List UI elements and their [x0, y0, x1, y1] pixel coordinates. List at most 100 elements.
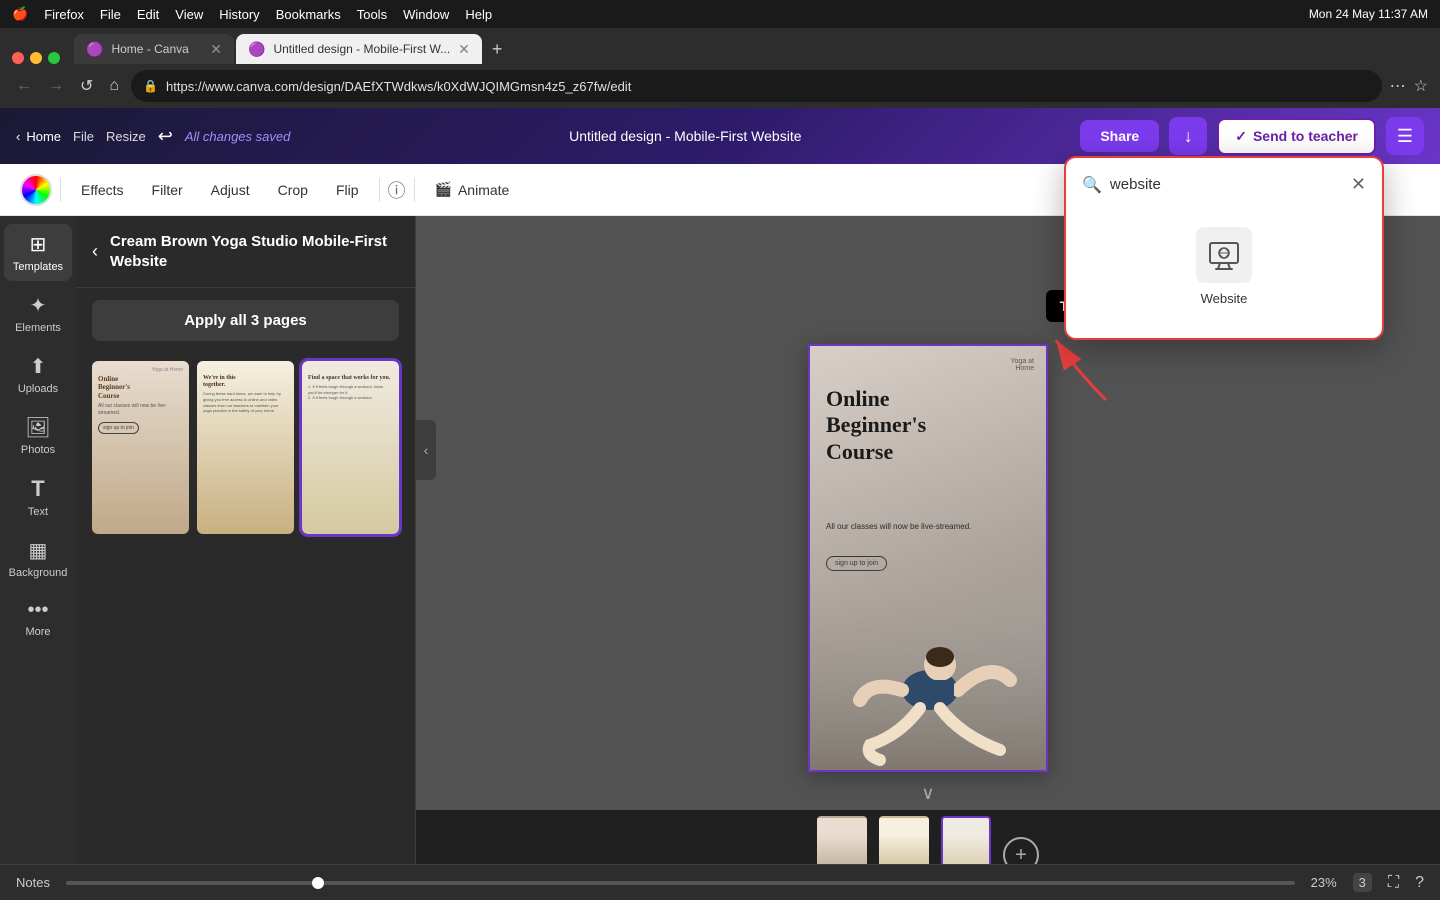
panel-header: ‹ Cream Brown Yoga Studio Mobile-First W… [76, 216, 415, 288]
flip-button[interactable]: Flip [324, 176, 371, 204]
browser-tabs: 🟣 Home - Canva ✕ 🟣 Untitled design - Mob… [0, 28, 1440, 64]
filter-button[interactable]: Filter [140, 176, 195, 204]
forward-button[interactable]: → [44, 73, 68, 99]
saved-status: All changes saved [185, 129, 291, 144]
browser-toolbar: ← → ↺ ⌂ 🔒 https://www.canva.com/design/D… [0, 64, 1440, 108]
uploads-icon: ⬆ [30, 354, 47, 379]
browser-tab-home[interactable]: 🟣 Home - Canva ✕ [74, 34, 234, 64]
home-label: Home [26, 129, 61, 144]
file-menu[interactable]: File [100, 7, 121, 22]
search-input[interactable] [1110, 176, 1343, 193]
chevron-down-icon[interactable]: ∨ [921, 783, 934, 804]
brand-line1: Yoga at [1011, 358, 1035, 365]
adjust-button[interactable]: Adjust [199, 176, 262, 204]
website-result-icon [1196, 227, 1252, 283]
tab-design-label: Untitled design - Mobile-First W... [273, 42, 450, 56]
search-result-website[interactable]: Website [1082, 211, 1366, 322]
new-tab-button[interactable]: + [484, 35, 511, 64]
animate-icon: 🎬 [435, 181, 452, 198]
time-display: Mon 24 May 11:37 AM [1309, 7, 1428, 21]
file-nav-button[interactable]: File [73, 129, 94, 144]
yoga-person-svg [810, 550, 1046, 770]
home-nav-button[interactable]: ⌂ [105, 73, 123, 99]
effects-button[interactable]: Effects [69, 176, 136, 204]
template-thumb-2[interactable]: We're in thistogether. During these hard… [197, 361, 294, 534]
page-count: 3 [1353, 873, 1372, 892]
tab-close-home[interactable]: ✕ [210, 41, 222, 58]
tab-close-design[interactable]: ✕ [458, 41, 470, 58]
help-button[interactable]: ? [1415, 874, 1424, 892]
collapse-handle[interactable]: ‹ [416, 420, 436, 480]
sidebar-item-templates[interactable]: ⊞ Templates [4, 224, 72, 281]
apple-icon[interactable]: 🍎 [12, 6, 28, 22]
tools-menu[interactable]: Tools [357, 7, 387, 22]
info-button[interactable]: ⓘ [388, 177, 406, 203]
sidebar-item-uploads[interactable]: ⬆ Uploads [4, 346, 72, 403]
search-header: 🔍 ✕ [1082, 174, 1366, 195]
url-display: https://www.canva.com/design/DAEfXTWdkws… [166, 79, 1370, 94]
sidebar-item-photos[interactable]: 🖼 Photos [4, 407, 72, 464]
browser-tab-design[interactable]: 🟣 Untitled design - Mobile-First W... ✕ [236, 34, 482, 64]
resize-button[interactable]: Resize [106, 129, 146, 144]
animate-label: Animate [458, 182, 509, 198]
back-button[interactable]: ← [12, 73, 36, 99]
browser-toolbar-actions: ⋯ ☆ [1390, 76, 1428, 96]
photos-label: Photos [21, 444, 55, 456]
sidebar-item-more[interactable]: ••• More [4, 591, 72, 646]
more-options-button[interactable]: ☰ [1386, 117, 1424, 155]
view-menu[interactable]: View [175, 7, 203, 22]
slider-thumb[interactable] [312, 877, 324, 889]
sidebar-item-elements[interactable]: ✦ Elements [4, 285, 72, 342]
panel-title: Cream Brown Yoga Studio Mobile-First Web… [110, 232, 399, 271]
notes-slider[interactable] [66, 881, 1295, 885]
background-icon: ▦ [29, 538, 48, 563]
history-menu[interactable]: History [219, 7, 259, 22]
sidebar-item-text[interactable]: T Text [4, 468, 72, 526]
zoom-level: 23% [1311, 875, 1337, 890]
templates-grid: Yoga at Home OnlineBeginner'sCourse All … [76, 353, 415, 542]
text-label: Text [28, 506, 48, 518]
separator [60, 178, 61, 202]
address-bar[interactable]: 🔒 https://www.canva.com/design/DAEfXTWdk… [131, 70, 1382, 102]
photos-icon: 🖼 [25, 415, 50, 440]
home-chevron-icon: ‹ [16, 129, 20, 144]
share-button[interactable]: Share [1080, 120, 1159, 152]
left-sidebar: ⊞ Templates ✦ Elements ⬆ Uploads 🖼 Photo… [0, 216, 76, 900]
undo-button[interactable]: ↩ [158, 126, 173, 147]
send-to-teacher-button[interactable]: ✓ Send to teacher [1217, 118, 1376, 155]
elements-label: Elements [15, 322, 61, 334]
sidebar-item-background[interactable]: ▦ Background [4, 530, 72, 587]
canvas-frame: Yoga at Home Online Beginner's Course Al… [808, 344, 1048, 772]
bookmarks-menu[interactable]: Bookmarks [276, 7, 341, 22]
templates-panel: ‹ Cream Brown Yoga Studio Mobile-First W… [76, 216, 416, 900]
home-button[interactable]: ‹ Home [16, 129, 61, 144]
fullscreen-traffic-light[interactable] [48, 52, 60, 64]
templates-label: Templates [13, 261, 63, 273]
tab-home-label: Home - Canva [111, 42, 188, 56]
design-favicon: 🟣 [248, 41, 265, 58]
fullscreen-button[interactable]: ⛶ [1388, 874, 1399, 892]
website-result-label: Website [1201, 291, 1248, 306]
download-button[interactable]: ↓ [1169, 117, 1207, 155]
color-picker-button[interactable] [20, 174, 52, 206]
template-thumb-1[interactable]: Yoga at Home OnlineBeginner'sCourse All … [92, 361, 189, 534]
brand-line2: Home [1011, 365, 1035, 372]
lock-icon: 🔒 [143, 79, 158, 93]
minimize-traffic-light[interactable] [30, 52, 42, 64]
reload-button[interactable]: ↺ [76, 72, 97, 100]
search-close-button[interactable]: ✕ [1351, 174, 1366, 195]
extensions-btn[interactable]: ⋯ [1390, 76, 1406, 96]
edit-menu[interactable]: Edit [137, 7, 159, 22]
annotation-arrow [1046, 330, 1126, 410]
close-traffic-light[interactable] [12, 52, 24, 64]
animate-button[interactable]: 🎬 Animate [423, 175, 522, 204]
help-menu[interactable]: Help [465, 7, 492, 22]
firefox-menu[interactable]: Firefox [44, 7, 84, 22]
crop-button[interactable]: Crop [266, 176, 320, 204]
apply-all-button[interactable]: Apply all 3 pages [92, 300, 399, 341]
bookmark-btn[interactable]: ☆ [1414, 76, 1428, 96]
window-menu[interactable]: Window [403, 7, 449, 22]
header-left: ‹ Home File Resize ↩ All changes saved [16, 126, 290, 147]
panel-back-button[interactable]: ‹ [92, 241, 98, 262]
template-thumb-3[interactable]: Find a space that works for you. 1. If i… [302, 361, 399, 534]
